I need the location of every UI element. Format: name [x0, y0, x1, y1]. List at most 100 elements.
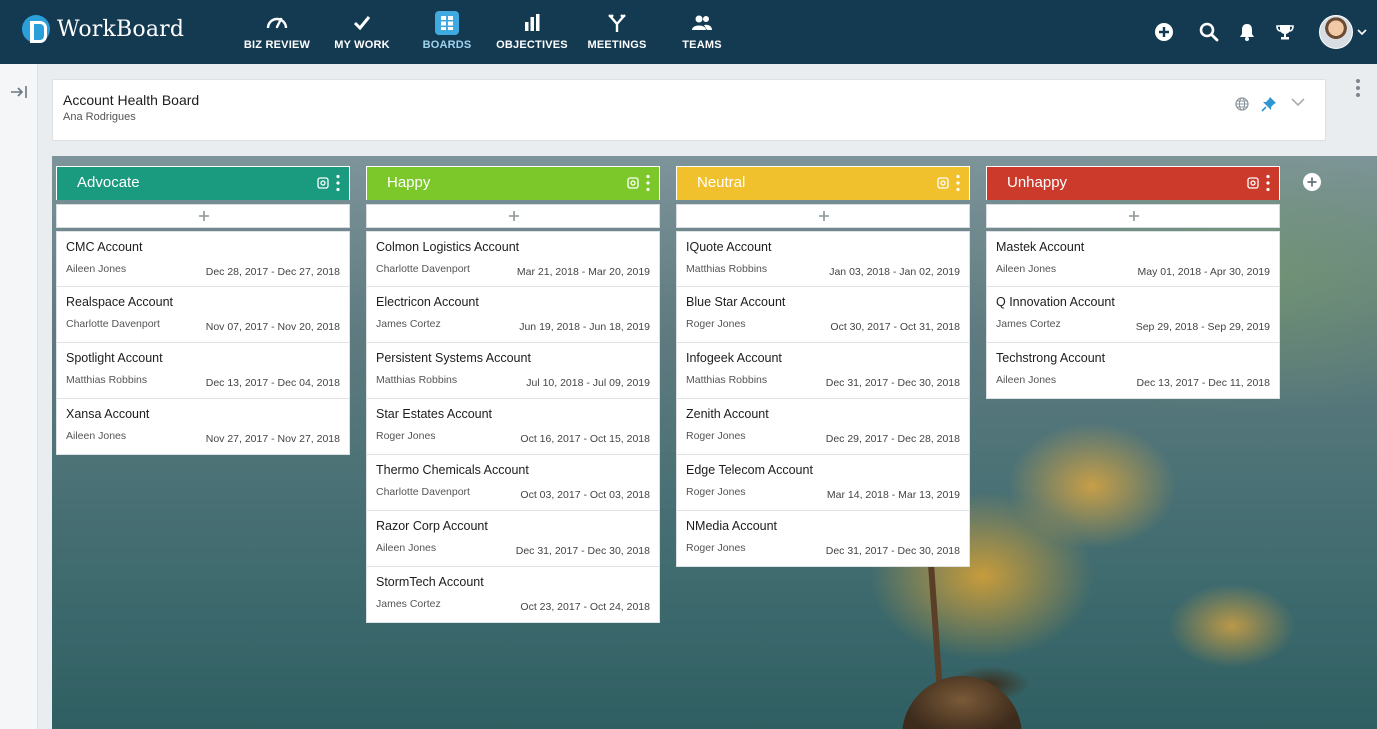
column-title: Neutral — [697, 174, 746, 191]
board-canvas: Advocate CMC Account Aileen Jones Dec 28, 2… — [52, 156, 1377, 729]
card-owner: Matthias Robbins — [686, 263, 768, 275]
column-unhappy: Unhappy Mastek Account Aileen Jones May 01,… — [986, 166, 1280, 399]
account-card[interactable]: Zenith Account Roger Jones Dec 29, 2017 - … — [676, 399, 970, 455]
settings-icon[interactable] — [627, 177, 639, 189]
settings-icon[interactable] — [317, 177, 329, 189]
nav-meetings[interactable]: MEETINGS — [574, 0, 660, 64]
column-menu-icon[interactable] — [335, 174, 341, 192]
account-card[interactable]: Infogeek Account Matthias Robbins Dec 31, … — [676, 343, 970, 399]
card-date-range: Dec 31, 2017 - Dec 30, 2018 — [515, 545, 650, 557]
user-avatar[interactable] — [1319, 15, 1353, 49]
card-owner: Matthias Robbins — [66, 374, 148, 386]
card-date-range: Oct 23, 2017 - Oct 24, 2018 — [520, 601, 650, 613]
board-menu-icon[interactable] — [1352, 78, 1364, 98]
card-owner: Roger Jones — [686, 318, 746, 330]
column-menu-icon[interactable] — [1265, 174, 1271, 192]
fork-icon — [608, 14, 626, 32]
search-icon[interactable] — [1199, 22, 1219, 42]
add-circle-icon[interactable] — [1154, 22, 1174, 42]
column-happy: Happy Colmon Logistics Account Charlotte D… — [366, 166, 660, 623]
expand-sidebar-icon[interactable] — [9, 82, 29, 102]
settings-icon[interactable] — [937, 177, 949, 189]
settings-icon[interactable] — [1247, 177, 1259, 189]
account-card[interactable]: Edge Telecom Account Roger Jones Mar 14, 2… — [676, 455, 970, 511]
add-card-button[interactable] — [56, 204, 350, 228]
gauge-icon — [266, 17, 288, 29]
card-owner: Roger Jones — [686, 542, 746, 554]
card-owner: Charlotte Davenport — [376, 263, 470, 275]
card-owner: Roger Jones — [376, 430, 436, 442]
card-owner: Matthias Robbins — [376, 374, 458, 386]
card-date-range: Jan 03, 2018 - Jan 02, 2019 — [829, 266, 960, 278]
nav-objectives[interactable]: OBJECTIVES — [489, 0, 575, 64]
card-title: Spotlight Account — [66, 351, 163, 365]
board-header: Account Health Board Ana Rodrigues — [52, 79, 1326, 141]
card-date-range: Oct 16, 2017 - Oct 15, 2018 — [520, 433, 650, 445]
workboard-logo[interactable]: WorkBoard — [22, 15, 184, 43]
app-name: WorkBoard — [57, 16, 185, 42]
account-card[interactable]: Electricon Account James Cortez Jun 19, 20… — [366, 287, 660, 343]
card-owner: Aileen Jones — [996, 263, 1057, 275]
account-card[interactable]: Thermo Chemicals Account Charlotte Davenp… — [366, 455, 660, 511]
add-card-button[interactable] — [676, 204, 970, 228]
trophy-icon[interactable] — [1275, 22, 1295, 42]
account-card[interactable]: Techstrong Account Aileen Jones Dec 13, 20… — [986, 343, 1280, 399]
column-advocate: Advocate CMC Account Aileen Jones Dec 28, 2… — [56, 166, 350, 455]
globe-icon[interactable] — [1234, 96, 1250, 112]
card-owner: Roger Jones — [686, 486, 746, 498]
column-menu-icon[interactable] — [645, 174, 651, 192]
card-date-range: Dec 13, 2017 - Dec 11, 2018 — [1136, 377, 1270, 389]
add-card-button[interactable] — [986, 204, 1280, 228]
nav-label: TEAMS — [682, 39, 722, 51]
account-card[interactable]: Q Innovation Account James Cortez Sep 29, … — [986, 287, 1280, 343]
card-owner: Charlotte Davenport — [66, 318, 160, 330]
card-owner: Matthias Robbins — [686, 374, 768, 386]
column-menu-icon[interactable] — [955, 174, 961, 192]
column-header[interactable]: Happy — [366, 166, 660, 200]
account-card[interactable]: Razor Corp Account Aileen Jones Dec 31, 20… — [366, 511, 660, 567]
account-card[interactable]: Mastek Account Aileen Jones May 01, 2018 -… — [986, 231, 1280, 287]
card-date-range: Dec 29, 2017 - Dec 28, 2018 — [825, 433, 960, 445]
card-owner: Aileen Jones — [376, 542, 437, 554]
nav-label: BOARDS — [422, 39, 472, 51]
board-owner: Ana Rodrigues — [63, 111, 136, 123]
nav-biz-review[interactable]: BIZ REVIEW — [234, 0, 320, 64]
account-card[interactable]: Xansa Account Aileen Jones Nov 27, 2017 - … — [56, 399, 350, 455]
account-card[interactable]: Star Estates Account Roger Jones Oct 16, 2… — [366, 399, 660, 455]
column-header[interactable]: Advocate — [56, 166, 350, 200]
top-nav-bar: WorkBoard BIZ REVIEW MY WORK BOARDS OBJE… — [0, 0, 1377, 64]
plus-icon — [819, 211, 829, 221]
add-card-button[interactable] — [366, 204, 660, 228]
add-column-icon[interactable] — [1302, 172, 1322, 192]
account-card[interactable]: Spotlight Account Matthias Robbins Dec 13,… — [56, 343, 350, 399]
card-date-range: Nov 07, 2017 - Nov 20, 2018 — [205, 321, 340, 333]
account-card[interactable]: StormTech Account James Cortez Oct 23, 201… — [366, 567, 660, 623]
nav-my-work[interactable]: MY WORK — [319, 0, 405, 64]
chevron-down-icon[interactable] — [1356, 26, 1368, 38]
column-header[interactable]: Neutral — [676, 166, 970, 200]
account-card[interactable]: IQuote Account Matthias Robbins Jan 03, 20… — [676, 231, 970, 287]
card-owner: James Cortez — [376, 318, 441, 330]
pin-icon[interactable] — [1261, 96, 1277, 112]
card-title: Infogeek Account — [686, 351, 782, 365]
nav-boards[interactable]: BOARDS — [404, 0, 490, 64]
card-date-range: Dec 31, 2017 - Dec 30, 2018 — [825, 545, 960, 557]
column-title: Advocate — [77, 174, 140, 191]
bell-icon[interactable] — [1237, 22, 1257, 42]
account-card[interactable]: Realspace Account Charlotte Davenport Nov … — [56, 287, 350, 343]
card-date-range: Dec 28, 2017 - Dec 27, 2018 — [205, 266, 340, 278]
card-owner: Aileen Jones — [66, 430, 127, 442]
column-header[interactable]: Unhappy — [986, 166, 1280, 200]
chevron-down-icon[interactable] — [1290, 94, 1306, 110]
account-card[interactable]: Persistent Systems Account Matthias Robbi… — [366, 343, 660, 399]
account-card[interactable]: CMC Account Aileen Jones Dec 28, 2017 - De… — [56, 231, 350, 287]
account-card[interactable]: Colmon Logistics Account Charlotte Davenp… — [366, 231, 660, 287]
card-owner: Roger Jones — [686, 430, 746, 442]
nav-teams[interactable]: TEAMS — [659, 0, 745, 64]
account-card[interactable]: NMedia Account Roger Jones Dec 31, 2017 - … — [676, 511, 970, 567]
card-date-range: May 01, 2018 - Apr 30, 2019 — [1137, 266, 1270, 278]
plus-icon — [199, 211, 209, 221]
card-date-range: Sep 29, 2018 - Sep 29, 2019 — [1135, 321, 1270, 333]
account-card[interactable]: Blue Star Account Roger Jones Oct 30, 2017… — [676, 287, 970, 343]
card-date-range: Jul 10, 2018 - Jul 09, 2019 — [526, 377, 650, 389]
